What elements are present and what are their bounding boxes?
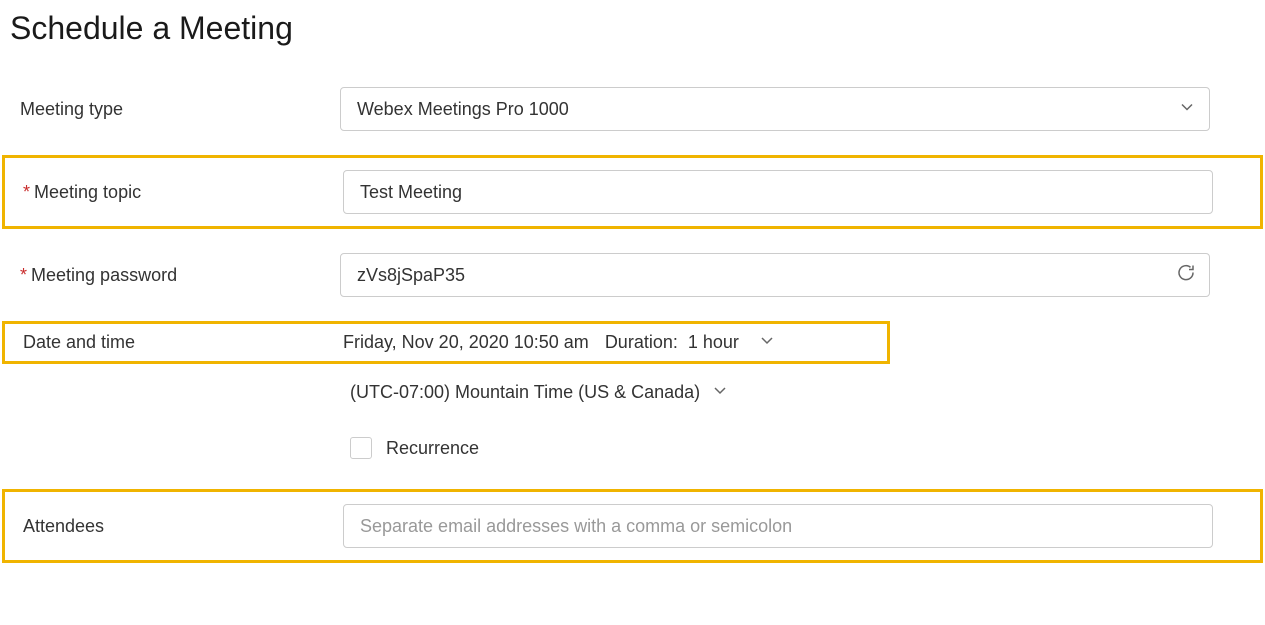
duration-value: 1 hour bbox=[688, 332, 739, 353]
meeting-password-row: *Meeting password bbox=[10, 253, 1255, 297]
meeting-type-value: Webex Meetings Pro 1000 bbox=[357, 99, 569, 120]
recurrence-row: Recurrence bbox=[10, 437, 1255, 459]
meeting-type-label: Meeting type bbox=[10, 99, 340, 120]
datetime-label: Date and time bbox=[13, 332, 343, 353]
required-marker: * bbox=[20, 265, 27, 285]
recurrence-label: Recurrence bbox=[386, 438, 479, 459]
required-marker: * bbox=[23, 182, 30, 202]
meeting-type-row: Meeting type Webex Meetings Pro 1000 bbox=[10, 87, 1255, 131]
meeting-topic-highlight: *Meeting topic bbox=[2, 155, 1263, 229]
attendees-label: Attendees bbox=[13, 516, 343, 537]
recurrence-checkbox[interactable] bbox=[350, 437, 372, 459]
chevron-down-icon bbox=[712, 382, 728, 403]
meeting-password-input[interactable] bbox=[340, 253, 1210, 297]
meeting-password-label: *Meeting password bbox=[10, 265, 340, 286]
datetime-value: Friday, Nov 20, 2020 10:50 am bbox=[343, 332, 589, 353]
meeting-type-select[interactable]: Webex Meetings Pro 1000 bbox=[340, 87, 1210, 131]
meeting-topic-input[interactable] bbox=[343, 170, 1213, 214]
attendees-input[interactable] bbox=[343, 504, 1213, 548]
chevron-down-icon bbox=[759, 332, 775, 353]
attendees-highlight: Attendees bbox=[2, 489, 1263, 563]
duration-label: Duration: bbox=[605, 332, 678, 353]
timezone-value: (UTC-07:00) Mountain Time (US & Canada) bbox=[350, 382, 700, 403]
meeting-topic-label: *Meeting topic bbox=[13, 182, 343, 203]
timezone-selector[interactable]: (UTC-07:00) Mountain Time (US & Canada) bbox=[350, 382, 728, 403]
page-title: Schedule a Meeting bbox=[10, 10, 1255, 47]
datetime-highlight: Date and time Friday, Nov 20, 2020 10:50… bbox=[2, 321, 890, 364]
timezone-row: (UTC-07:00) Mountain Time (US & Canada) bbox=[10, 382, 1255, 403]
datetime-selector[interactable]: Friday, Nov 20, 2020 10:50 am Duration: … bbox=[343, 332, 775, 353]
chevron-down-icon bbox=[1179, 99, 1195, 120]
refresh-icon[interactable] bbox=[1176, 263, 1196, 288]
